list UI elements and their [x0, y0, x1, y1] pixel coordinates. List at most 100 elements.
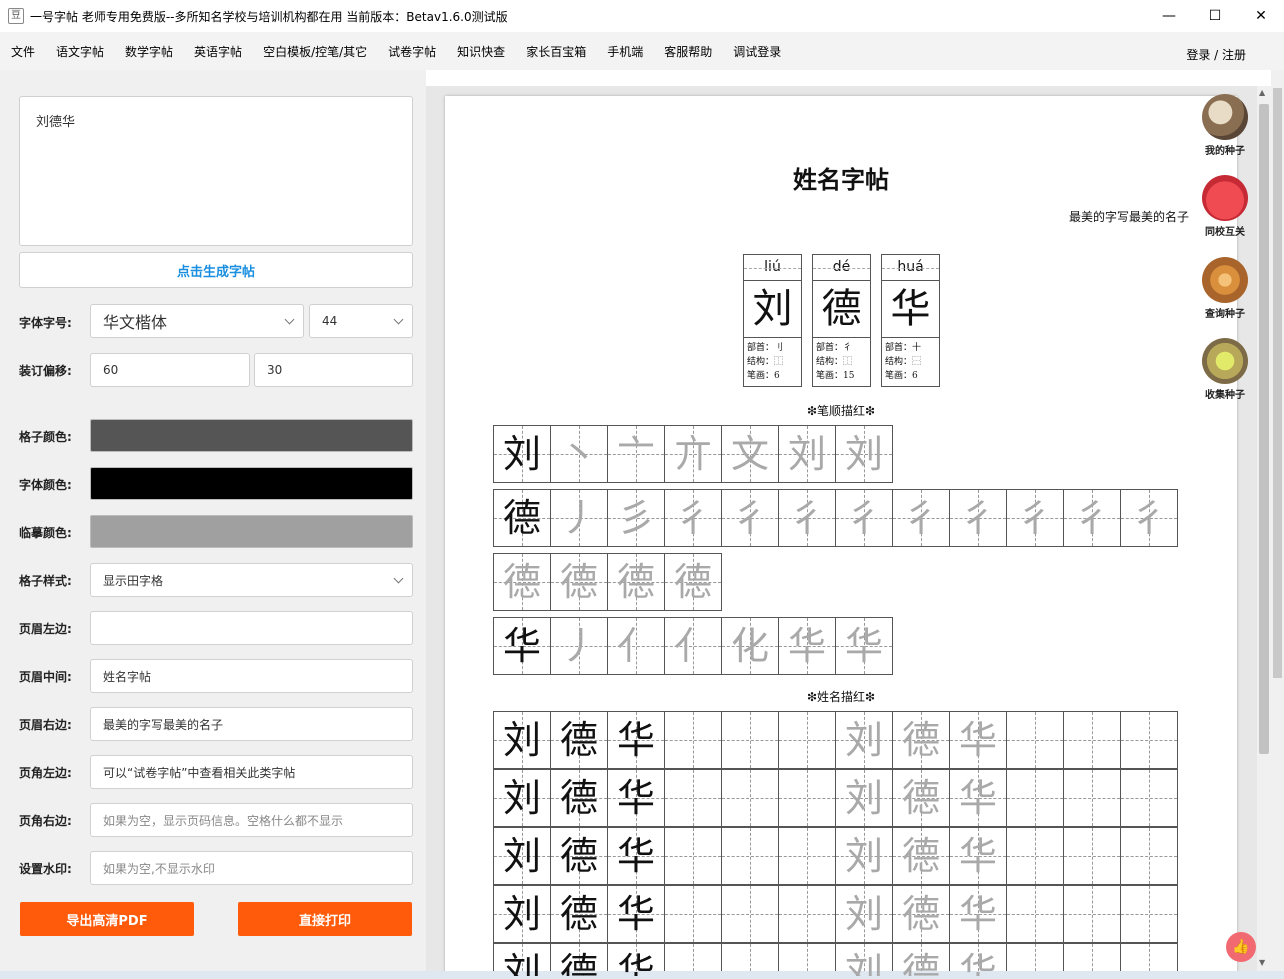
window-controls: — ☐ ✕ [1146, 0, 1284, 32]
footer-left-input[interactable]: 可以“试卷字帖”中查看相关此类字帖 [90, 755, 413, 789]
thumbs-up-icon[interactable]: 👍 [1226, 932, 1256, 962]
grid-cell: 刘 [778, 425, 836, 483]
window-scrollbar[interactable] [1271, 70, 1284, 979]
font-label: 字体字号: [19, 316, 72, 330]
maximize-button[interactable]: ☐ [1192, 0, 1238, 32]
grid-char: 华 [616, 892, 655, 936]
grid-char: 刘 [844, 718, 883, 762]
grid-cell: 德 [550, 553, 608, 611]
grid-char: 彳 [730, 496, 769, 540]
card-char: 华 [882, 281, 939, 338]
generate-button[interactable]: 点击生成字帖 [19, 252, 413, 288]
header-right-input[interactable]: 最美的字写最美的名子 [90, 707, 413, 741]
grid-char: 德 [901, 950, 940, 976]
font-select[interactable]: 华文楷体 [90, 304, 304, 338]
grid-cell: 华 [949, 769, 1007, 827]
grid-cell: 彡 [607, 489, 665, 547]
side-label: 查询种子 [1205, 309, 1245, 320]
menu-blank-template[interactable]: 空白模板/控笔/其它 [263, 43, 367, 60]
export-pdf-button[interactable]: 导出高清PDF [20, 902, 194, 936]
side-school-follow[interactable]: 同校互关 [1198, 175, 1252, 238]
grid-char: 彳 [1072, 496, 1111, 540]
menu-english[interactable]: 英语字帖 [194, 43, 242, 60]
app-icon: ⾖ [8, 8, 24, 24]
menu-debug-login[interactable]: 调试登录 [733, 43, 781, 60]
side-label: 收集种子 [1205, 390, 1245, 401]
menu-chinese[interactable]: 语文字帖 [56, 43, 104, 60]
grid-cell [721, 885, 779, 943]
offset-label: 装订偏移: [19, 364, 72, 378]
offset-y-input[interactable]: 30 [254, 353, 413, 387]
header-mid-input[interactable]: 姓名字帖 [90, 659, 413, 693]
grid-cell: 德 [550, 885, 608, 943]
print-button[interactable]: 直接打印 [238, 902, 412, 936]
size-select[interactable]: 44 [309, 304, 413, 338]
grid-cell: 德 [550, 711, 608, 769]
card-strokes: 笔画：15 [816, 371, 855, 381]
name-input[interactable]: 刘德华 [19, 96, 413, 246]
grid-cell: 华 [778, 617, 836, 675]
offset-x-input[interactable]: 60 [90, 353, 250, 387]
side-collect-seeds[interactable]: 收集种子 [1198, 338, 1252, 401]
grid-style-value: 显示田字格 [103, 573, 164, 588]
trace-color-swatch[interactable] [90, 515, 413, 548]
side-label: 我的种子 [1205, 146, 1245, 157]
grid-char: 华 [616, 950, 655, 976]
login-register-link[interactable]: 登录 / 注册 [1186, 46, 1246, 63]
grid-cell [1063, 827, 1121, 885]
font-color-swatch[interactable] [90, 467, 413, 500]
snail-icon [1202, 257, 1248, 303]
grid-cell [778, 885, 836, 943]
grid-cell: 刘 [835, 943, 893, 976]
grid-cell: 刘 [493, 827, 551, 885]
grid-cell: 华 [949, 827, 1007, 885]
menu-mobile[interactable]: 手机端 [607, 43, 643, 60]
menu-help[interactable]: 客服帮助 [664, 43, 712, 60]
close-button[interactable]: ✕ [1238, 0, 1284, 32]
minimize-button[interactable]: — [1146, 0, 1192, 32]
seed-icon [1202, 94, 1248, 140]
menu-math[interactable]: 数学字帖 [125, 43, 173, 60]
grid-char: 刘 [502, 892, 541, 936]
chevron-down-icon [393, 314, 404, 325]
grid-cell [664, 769, 722, 827]
strawberry-icon [1202, 175, 1248, 221]
window-scroll-thumb[interactable] [1273, 88, 1282, 678]
grid-char: 德 [559, 950, 598, 976]
grid-cell [664, 711, 722, 769]
menu-parent[interactable]: 家长百宝箱 [526, 43, 586, 60]
copybook-page: 姓名字帖 最美的字写最美的名子 liú 刘 部首：刂 结构：⿰ 笔画：6 dé 德 … [445, 96, 1237, 976]
card-char: 刘 [744, 281, 801, 338]
grid-char: 华 [616, 718, 655, 762]
grid-cell: 彳 [1063, 489, 1121, 547]
grid-cell [1120, 827, 1178, 885]
preview-scroll-thumb[interactable] [1259, 104, 1269, 754]
title-bar: ⾖ 一号字帖 老师专用免费版--多所知名学校与培训机构都在用 当前版本：Beta… [0, 0, 1284, 32]
grid-char: 华 [958, 892, 997, 936]
side-query-seeds[interactable]: 查询种子 [1198, 257, 1252, 320]
watermark-input[interactable]: 如果为空,不显示水印 [90, 851, 413, 885]
chevron-down-icon [393, 573, 404, 584]
name-row: 刘德华刘德华 [493, 827, 1178, 885]
grid-cell: 丿 [550, 617, 608, 675]
grid-style-select[interactable]: 显示田字格 [90, 563, 413, 597]
grid-char: 彳 [1015, 496, 1054, 540]
side-my-seeds[interactable]: 我的种子 [1198, 94, 1252, 157]
card-meta: 部首：彳 结构：⿰ 笔画：15 [816, 341, 854, 383]
grid-char: 刘 [502, 718, 541, 762]
card-strokes: 笔画：6 [747, 371, 780, 381]
grid-cell: 亻 [664, 617, 722, 675]
page-title: 姓名字帖 [793, 165, 889, 194]
scroll-up-icon[interactable]: ▲ [1259, 88, 1265, 97]
menu-exam[interactable]: 试卷字帖 [388, 43, 436, 60]
menu-file[interactable]: 文件 [11, 43, 35, 60]
menu-knowledge[interactable]: 知识快查 [457, 43, 505, 60]
grid-color-swatch[interactable] [90, 419, 413, 452]
header-left-input[interactable] [90, 611, 413, 645]
grid-char: 刘 [844, 834, 883, 878]
grid-char: 德 [502, 560, 541, 604]
scroll-down-icon[interactable]: ▼ [1259, 958, 1265, 967]
stroke-row: 德德德德 [493, 553, 722, 611]
footer-right-input[interactable]: 如果为空，显示页码信息。空格什么都不显示 [90, 803, 413, 837]
grid-cell: 华 [949, 885, 1007, 943]
